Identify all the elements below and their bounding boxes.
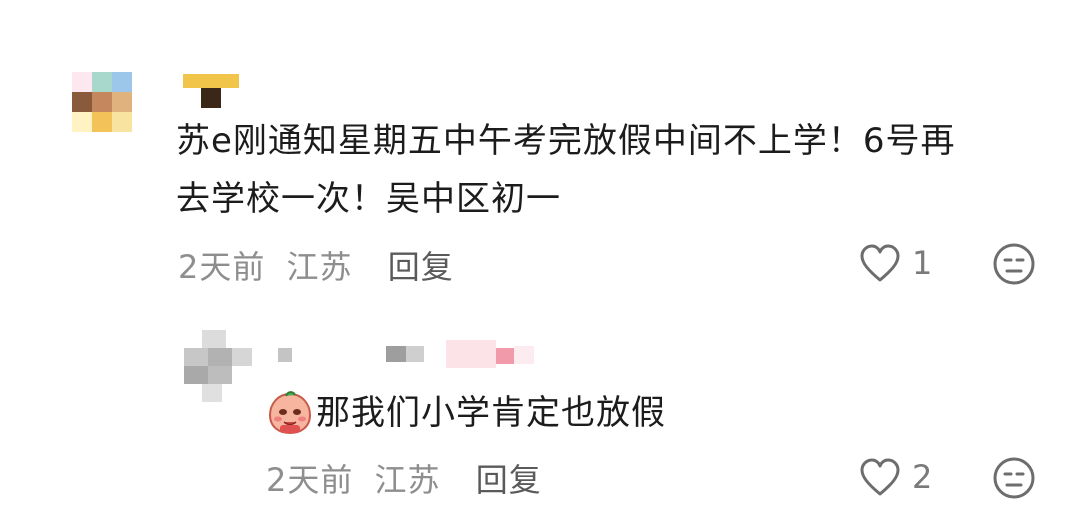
heart-icon xyxy=(860,244,900,282)
comment-meta: 2天前 江苏 回复 xyxy=(266,455,542,501)
comment-location: 江苏 xyxy=(286,248,353,286)
username[interactable] xyxy=(270,340,540,370)
comment-time: 2天前 xyxy=(266,461,354,499)
neutral-face-icon xyxy=(993,457,1035,499)
like-button[interactable]: 1 xyxy=(858,242,938,286)
avatar[interactable] xyxy=(72,72,132,132)
reply-button[interactable]: 回复 xyxy=(388,248,454,286)
dislike-button[interactable] xyxy=(992,456,1036,500)
peach-emoji-sticker xyxy=(268,391,312,435)
comment-meta: 2天前 江苏 回复 xyxy=(178,242,454,288)
comment-time: 2天前 xyxy=(178,248,266,286)
like-count: 2 xyxy=(912,458,933,496)
comment-text: 苏e刚通知星期五中午考完放假中间不上学！6号再 去学校一次！吴中区初一 xyxy=(176,121,956,219)
reply-button[interactable]: 回复 xyxy=(476,461,542,499)
comment-location: 江苏 xyxy=(374,461,441,499)
avatar[interactable] xyxy=(184,330,254,402)
neutral-face-icon xyxy=(993,243,1035,285)
dislike-button[interactable] xyxy=(992,242,1036,286)
like-count: 1 xyxy=(912,244,933,282)
heart-icon xyxy=(860,458,900,496)
username[interactable] xyxy=(183,74,239,110)
like-button[interactable]: 2 xyxy=(858,456,938,500)
comment-text: 那我们小学肯定也放假 xyxy=(316,393,666,433)
